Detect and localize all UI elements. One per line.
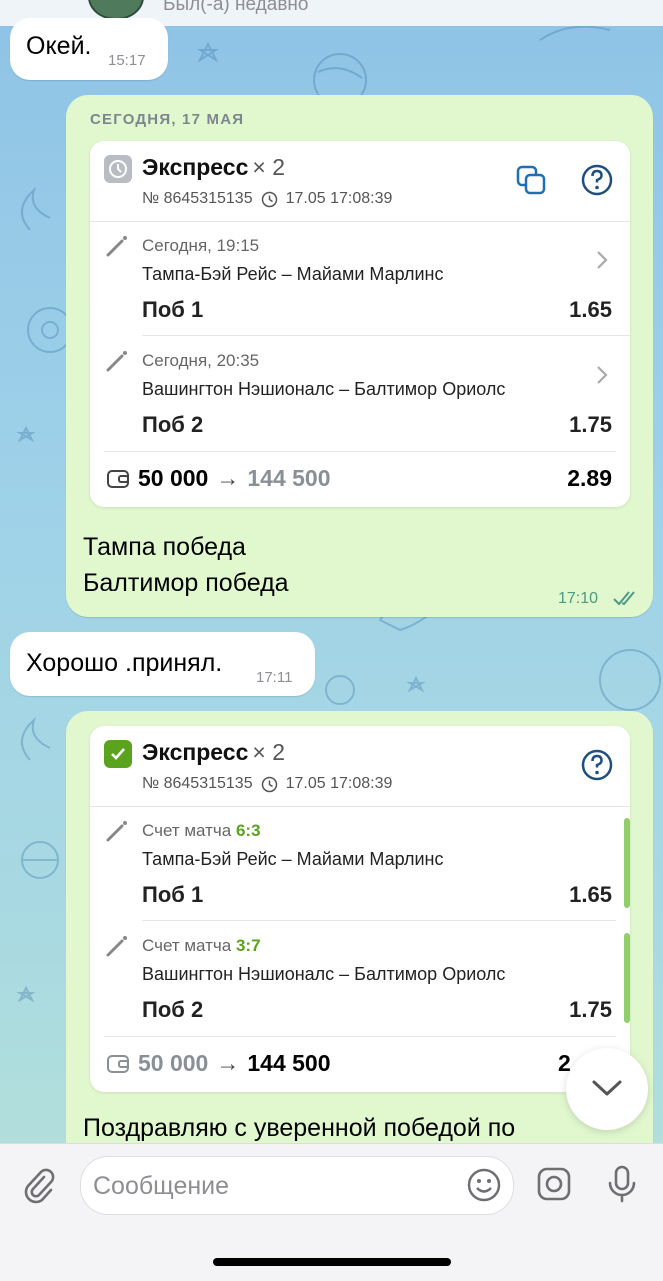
help-icon[interactable] [580, 748, 614, 787]
bet-stake: 50 000 [138, 465, 209, 491]
bet-title: Экспресс × 2 [142, 154, 285, 181]
contact-status: Был(-а) недавно [163, 0, 309, 15]
event-pick: Поб 1 [142, 882, 204, 907]
event-teams: Вашингтон Нэшионалс – Балтимор Ориолс [142, 379, 506, 399]
clock-icon [261, 776, 277, 792]
bet-summary: 50 000 → 144 500 [106, 1050, 331, 1077]
arrow-right-icon: → [216, 465, 240, 491]
score-value: 6:3 [235, 821, 261, 840]
baseball-bat-icon [106, 936, 127, 957]
read-checkmarks-icon [613, 591, 635, 606]
event-teams: Тампа-Бэй Рейс – Майами Марлинс [142, 264, 444, 284]
baseball-bat-icon [106, 821, 127, 842]
event-date: Сегодня, 20:35 [142, 351, 260, 370]
event-pick: Поб 2 [142, 997, 204, 1022]
copy-icon[interactable] [514, 163, 548, 202]
divider [90, 221, 630, 222]
bet-number: № 8645315135 [142, 775, 253, 792]
event-odds: 1.65 [569, 882, 612, 907]
microphone-icon[interactable] [606, 1164, 638, 1204]
event-score: Счет матча 3:7 [142, 936, 261, 956]
bet-total-odds: 2.89 [567, 465, 612, 491]
bet-meta: № 8645315135 17.05 17:08:39 [142, 775, 392, 793]
score-label: Счет матча [142, 936, 232, 955]
bet-multiplier: × 2 [252, 739, 285, 765]
bet-card[interactable]: Экспресс × 2 № 8645315135 17.05 17:08:39 … [90, 141, 630, 507]
divider [104, 1036, 616, 1037]
score-value: 3:7 [235, 936, 261, 955]
bet-multiplier: × 2 [252, 154, 285, 180]
won-status-icon [104, 740, 132, 768]
emoji-icon[interactable] [466, 1167, 502, 1203]
pending-status-icon [104, 155, 132, 183]
message-input-bar [0, 1143, 663, 1281]
message-time: 17:11 [256, 669, 293, 686]
message-text: Хорошо .принял. [26, 649, 223, 677]
message-text: Тампа победа [83, 533, 246, 561]
bet-stake: 50 000 [138, 1050, 209, 1076]
help-icon[interactable] [580, 163, 614, 202]
message-incoming[interactable]: Хорошо .принял. 17:11 [10, 632, 315, 696]
won-indicator-bar [624, 818, 630, 908]
message-field[interactable] [80, 1156, 514, 1215]
bet-type: Экспресс [142, 154, 249, 180]
message-outgoing[interactable]: Экспресс × 2 № 8645315135 17.05 17:08:39 … [66, 711, 653, 1191]
bet-payout: 144 500 [247, 465, 331, 491]
divider [104, 451, 616, 452]
divider [142, 920, 616, 921]
event-teams: Вашингтон Нэшионалс – Балтимор Ориолс [142, 964, 506, 984]
bet-payout: 144 500 [247, 1050, 331, 1076]
bet-number: № 8645315135 [142, 190, 253, 207]
chevron-right-icon[interactable] [595, 249, 609, 271]
wallet-icon [107, 469, 129, 488]
event-pick: Поб 1 [142, 297, 204, 322]
bet-card[interactable]: Экспресс × 2 № 8645315135 17.05 17:08:39 … [90, 726, 630, 1092]
bet-datetime: 17.05 17:08:39 [285, 775, 393, 792]
message-time: 15:17 [108, 52, 146, 69]
wallet-icon [107, 1054, 129, 1073]
message-text: Окей. [26, 32, 92, 60]
avatar[interactable] [88, 0, 144, 20]
message-time: 17:10 [558, 590, 599, 607]
message-text: Балтимор победа [83, 569, 289, 597]
scroll-to-bottom-button[interactable] [566, 1048, 648, 1130]
home-indicator [213, 1258, 451, 1266]
message-text: Поздравляю с уверенной победой по [83, 1114, 516, 1142]
event-score: Счет матча 6:3 [142, 821, 261, 841]
score-label: Счет матча [142, 821, 232, 840]
message-incoming[interactable]: Окей. 15:17 [10, 18, 168, 80]
event-odds: 1.65 [569, 297, 612, 322]
attach-icon[interactable] [22, 1168, 56, 1204]
event-odds: 1.75 [569, 412, 612, 437]
event-teams: Тампа-Бэй Рейс – Майами Марлинс [142, 849, 444, 869]
event-odds: 1.75 [569, 997, 612, 1022]
divider [90, 806, 630, 807]
bet-type: Экспресс [142, 739, 249, 765]
baseball-bat-icon [106, 236, 127, 257]
sticker-icon[interactable] [536, 1166, 572, 1202]
won-indicator-bar [624, 933, 630, 1023]
message-input[interactable] [91, 1165, 465, 1207]
divider [142, 335, 630, 336]
clock-icon [261, 191, 277, 207]
bet-summary: 50 000 → 144 500 [106, 465, 331, 492]
chevron-down-icon [592, 1080, 622, 1096]
message-outgoing[interactable]: СЕГОДНЯ, 17 МАЯ Экспресс × 2 № 8645315135… [66, 95, 653, 617]
bet-datetime: 17.05 17:08:39 [285, 190, 393, 207]
date-label: СЕГОДНЯ, 17 МАЯ [90, 111, 245, 128]
event-date: Сегодня, 19:15 [142, 236, 260, 255]
baseball-bat-icon [106, 351, 127, 372]
arrow-right-icon: → [216, 1050, 240, 1076]
bet-meta: № 8645315135 17.05 17:08:39 [142, 190, 392, 208]
chevron-right-icon[interactable] [595, 364, 609, 386]
event-pick: Поб 2 [142, 412, 204, 437]
bet-title: Экспресс × 2 [142, 739, 285, 766]
